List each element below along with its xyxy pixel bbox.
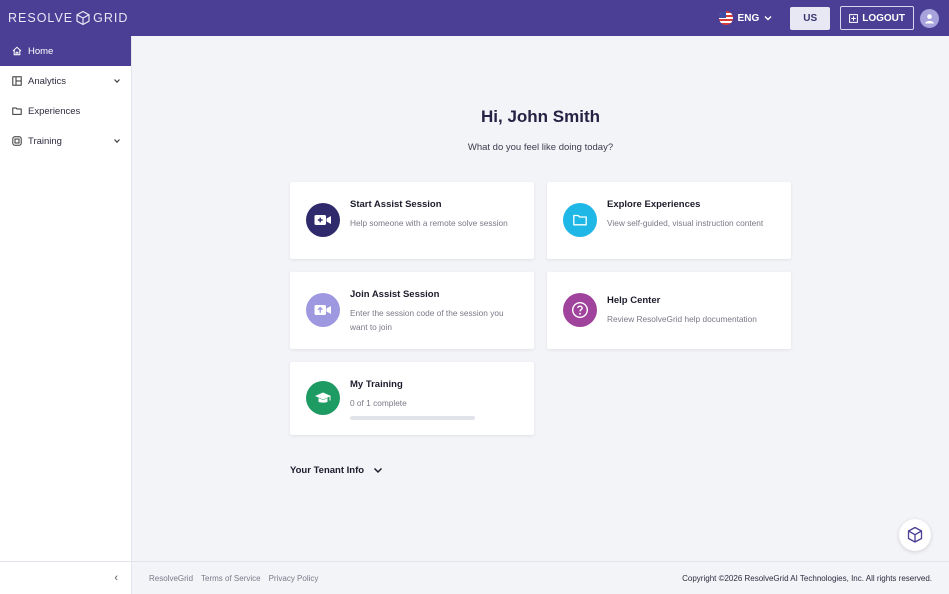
help-center-card[interactable]: Help Center Review ResolveGrid help docu… xyxy=(547,272,791,349)
analytics-icon xyxy=(12,76,24,86)
footer-link-terms[interactable]: Terms of Service xyxy=(201,574,261,583)
top-bar: RESOLVE GRID ENG US LOGOUT xyxy=(0,0,949,36)
tenant-info-label: Your Tenant Info xyxy=(290,465,365,476)
sidebar: Home Analytics Experiences Training ‹ xyxy=(0,36,132,594)
language-selector[interactable]: ENG xyxy=(718,11,773,25)
copyright-text: Copyright ©2026 ResolveGrid AI Technolog… xyxy=(682,573,932,583)
chevron-left-icon: ‹ xyxy=(114,572,118,584)
training-progress-text: 0 of 1 complete xyxy=(350,398,407,408)
sidebar-item-training[interactable]: Training xyxy=(0,126,131,156)
footer-link-privacy[interactable]: Privacy Policy xyxy=(269,574,319,583)
card-description: View self-guided, visual instruction con… xyxy=(607,218,764,228)
sidebar-item-home[interactable]: Home xyxy=(0,36,131,66)
question-icon xyxy=(563,293,597,327)
card-title: Explore Experiences xyxy=(607,199,701,210)
brand-name-right: GRID xyxy=(93,11,129,25)
my-training-card[interactable]: My Training 0 of 1 complete xyxy=(290,362,534,435)
card-title: Start Assist Session xyxy=(350,199,442,210)
chevron-down-icon xyxy=(113,77,121,86)
chevron-down-icon xyxy=(113,137,121,146)
cube-logo-icon xyxy=(75,10,91,26)
footer-link-resolvegrid[interactable]: ResolveGrid xyxy=(149,574,193,583)
us-flag-icon xyxy=(718,11,733,25)
avatar[interactable] xyxy=(920,8,939,28)
join-assist-session-card[interactable]: Join Assist Session Enter the session co… xyxy=(290,272,534,349)
user-icon xyxy=(925,13,934,23)
card-description: Help someone with a remote solve session xyxy=(350,218,508,228)
sidebar-item-label: Training xyxy=(28,135,62,147)
cube-icon xyxy=(907,526,923,543)
card-description: Enter the session code of the session yo… xyxy=(350,308,504,332)
folder-icon xyxy=(12,106,24,116)
logout-icon xyxy=(849,13,859,23)
training-progress-bar xyxy=(350,416,475,420)
logout-button[interactable]: LOGOUT xyxy=(840,6,914,30)
training-icon xyxy=(12,136,24,146)
home-icon xyxy=(12,46,24,56)
top-actions: ENG US LOGOUT xyxy=(718,6,939,30)
card-title: Join Assist Session xyxy=(350,289,440,300)
video-plus-icon xyxy=(306,203,340,237)
sidebar-item-label: Analytics xyxy=(28,75,67,87)
graduation-cap-icon xyxy=(306,381,340,415)
sidebar-item-analytics[interactable]: Analytics xyxy=(0,66,131,96)
logout-label: LOGOUT xyxy=(862,12,905,24)
page-subtitle: What do you feel like doing today? xyxy=(467,142,614,153)
sidebar-item-label: Experiences xyxy=(28,105,81,117)
language-label: ENG xyxy=(737,12,760,24)
page-title: Hi, John Smith xyxy=(481,107,600,126)
chevron-down-icon xyxy=(764,14,772,23)
card-description: Review ResolveGrid help documentation xyxy=(607,314,757,324)
explore-experiences-card[interactable]: Explore Experiences View self-guided, vi… xyxy=(547,182,791,259)
brand-name-left: RESOLVE xyxy=(8,11,74,25)
assistant-fab-button[interactable] xyxy=(899,519,931,551)
tenant-info-toggle[interactable]: Your Tenant Info xyxy=(290,465,383,476)
start-assist-session-card[interactable]: Start Assist Session Help someone with a… xyxy=(290,182,534,259)
chevron-down-icon xyxy=(373,467,383,474)
video-join-icon xyxy=(306,293,340,327)
folder-icon xyxy=(563,203,597,237)
sidebar-item-experiences[interactable]: Experiences xyxy=(0,96,131,126)
sidebar-item-label: Home xyxy=(28,45,54,57)
main-content: Hi, John Smith What do you feel like doi… xyxy=(132,36,949,561)
brand-logo[interactable]: RESOLVE GRID xyxy=(8,10,128,26)
card-title: Help Center xyxy=(607,295,661,306)
footer-links: ResolveGrid Terms of Service Privacy Pol… xyxy=(149,574,326,583)
card-title: My Training xyxy=(350,379,403,390)
footer: ResolveGrid Terms of Service Privacy Pol… xyxy=(132,561,949,594)
sidebar-collapse-button[interactable]: ‹ xyxy=(0,561,132,594)
region-button[interactable]: US xyxy=(790,6,831,30)
